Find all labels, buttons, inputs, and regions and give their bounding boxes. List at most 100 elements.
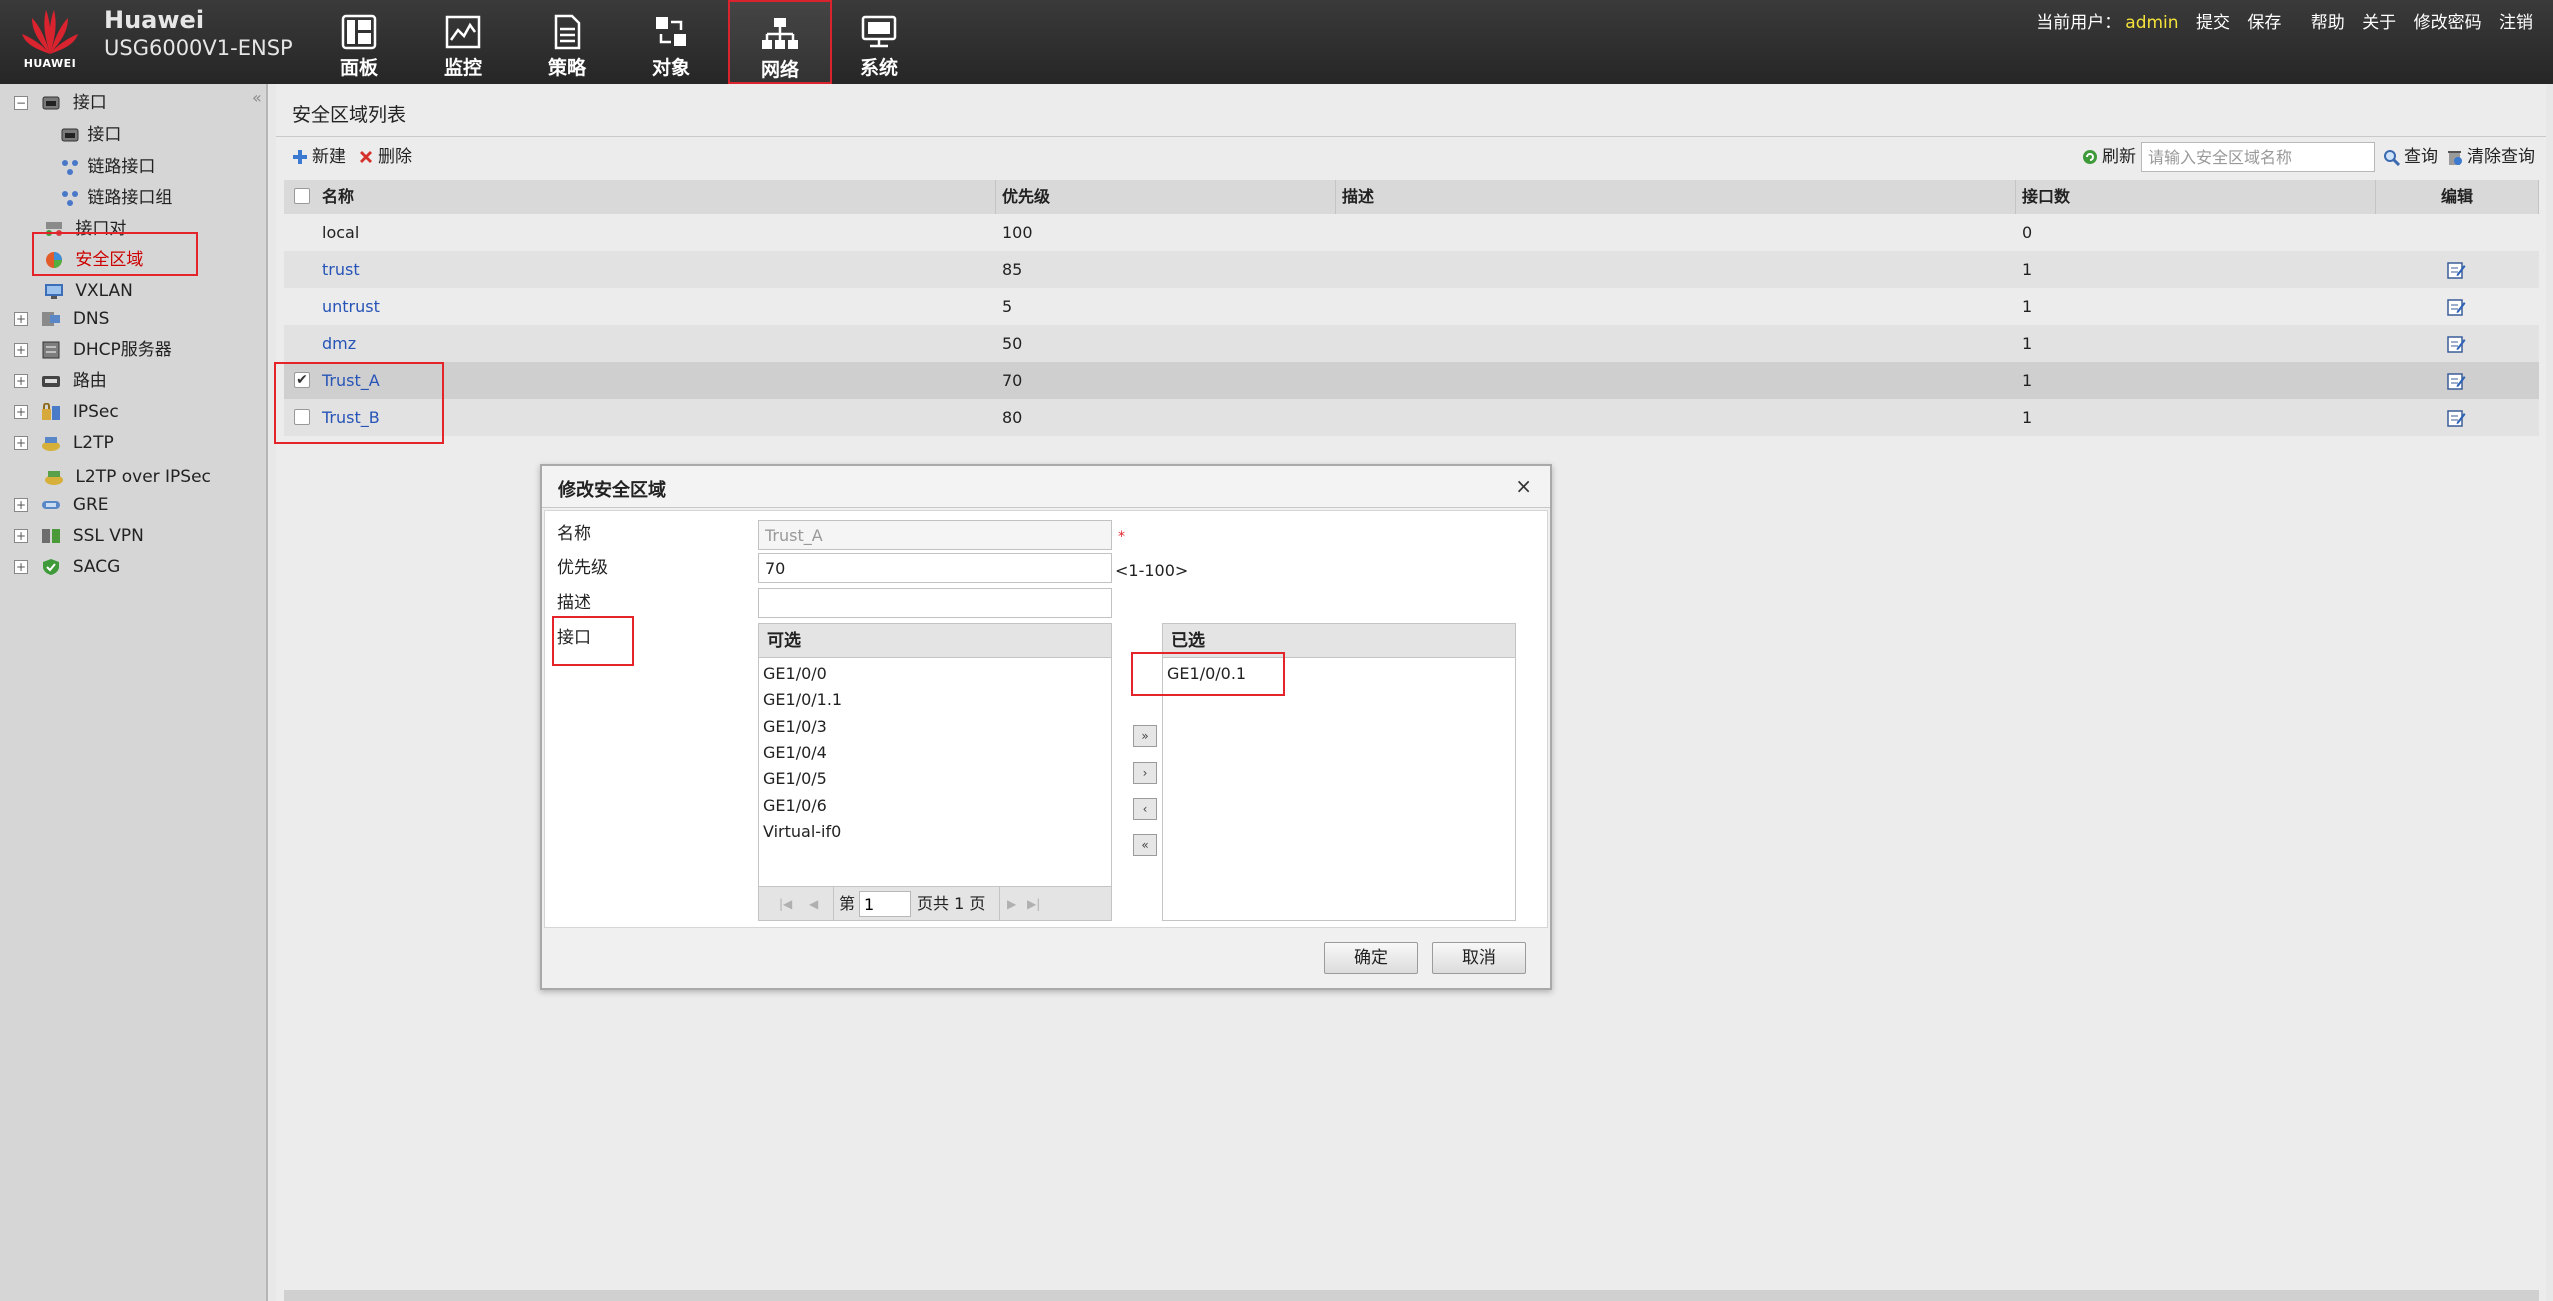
collapse-sidebar-icon[interactable]: «	[252, 88, 262, 107]
dialog-titlebar[interactable]: 修改安全区域 ×	[542, 466, 1550, 508]
page-number-input[interactable]	[859, 891, 911, 917]
security-zone-icon	[46, 252, 62, 268]
remove-all-button[interactable]: «	[1133, 834, 1157, 856]
zone-name-link[interactable]: dmz	[322, 325, 356, 362]
sidebar-item-interface-pair[interactable]: 接口对	[44, 216, 126, 242]
last-page-icon[interactable]: ▶|	[1027, 887, 1040, 921]
l2tp-over-ipsec-icon	[45, 471, 63, 485]
submit-link[interactable]: 提交	[2196, 13, 2230, 33]
expand-icon[interactable]: +	[14, 343, 28, 357]
ok-button[interactable]: 确定	[1324, 942, 1418, 974]
sidebar-item-route[interactable]: + 路由	[14, 368, 107, 394]
row-checkbox[interactable]: ✔	[294, 372, 310, 388]
expand-icon[interactable]: +	[14, 560, 28, 574]
help-link[interactable]: 帮助	[2311, 13, 2345, 33]
edit-icon[interactable]	[2446, 334, 2466, 354]
sidebar-item-l2tp[interactable]: + L2TP	[14, 430, 114, 456]
new-button[interactable]: 新建	[292, 144, 346, 170]
edit-icon[interactable]	[2446, 297, 2466, 317]
prev-page-icon[interactable]: ◀	[809, 887, 818, 921]
logout-link[interactable]: 注销	[2499, 13, 2533, 33]
edit-icon[interactable]	[2446, 408, 2466, 428]
save-link[interactable]: 保存	[2247, 13, 2281, 33]
zone-priority: 70	[1002, 371, 1023, 390]
clear-query-button[interactable]: 清除查询	[2446, 144, 2535, 170]
table-row[interactable]: trust 85 1	[284, 251, 2539, 288]
sidebar-item-label: IPSec	[72, 402, 119, 422]
nav-tab-dashboard[interactable]: 面板	[307, 0, 411, 84]
dns-icon	[42, 312, 61, 326]
edit-icon[interactable]	[2446, 260, 2466, 280]
available-interface-item[interactable]: GE1/0/6	[763, 794, 827, 818]
edit-icon[interactable]	[2446, 371, 2466, 391]
sidebar-item-sacg[interactable]: + SACG	[14, 554, 120, 580]
description-field[interactable]	[758, 588, 1112, 618]
expand-icon[interactable]: +	[14, 405, 28, 419]
row-checkbox[interactable]	[294, 409, 310, 425]
add-selected-button[interactable]: ›	[1133, 762, 1157, 784]
sidebar-item-ssl-vpn[interactable]: + SSL VPN	[14, 523, 144, 549]
sidebar-item-link-interface-group[interactable]: 链路接口组	[60, 185, 172, 211]
nav-tab-label: 系统	[859, 57, 898, 79]
nav-tab-system[interactable]: 系统	[827, 0, 931, 84]
about-link[interactable]: 关于	[2362, 13, 2396, 33]
sidebar-item-vxlan[interactable]: VXLAN	[44, 278, 133, 304]
remove-selected-button[interactable]: ‹	[1133, 798, 1157, 820]
sidebar-item-dns[interactable]: + DNS	[14, 306, 109, 332]
table-row[interactable]: ✔ Trust_A 70 1	[284, 362, 2539, 399]
top-links: 当前用户： admin 提交 保存 帮助 关于 修改密码 注销	[2036, 8, 2533, 33]
huawei-flower-icon	[22, 10, 78, 54]
sidebar-item-link-interface[interactable]: 链路接口	[60, 154, 155, 180]
zone-name-link[interactable]: Trust_A	[322, 362, 380, 399]
select-all-checkbox[interactable]	[294, 188, 310, 204]
dashboard-icon	[341, 14, 377, 50]
nav-tab-monitor[interactable]: 监控	[411, 0, 515, 84]
route-icon	[42, 376, 61, 387]
cancel-button[interactable]: 取消	[1432, 942, 1526, 974]
available-interface-item[interactable]: GE1/0/0	[763, 662, 827, 686]
table-row[interactable]: Trust_B 80 1	[284, 399, 2539, 436]
add-all-button[interactable]: »	[1133, 725, 1157, 747]
available-interface-item[interactable]: Virtual-if0	[763, 820, 841, 844]
sidebar-item-security-zone[interactable]: 安全区域	[44, 247, 143, 273]
sidebar-item-label: L2TP	[72, 433, 114, 453]
nav-tab-label: 面板	[339, 57, 378, 79]
collapse-icon[interactable]: −	[14, 96, 28, 110]
query-button[interactable]: 查询	[2383, 144, 2438, 170]
expand-icon[interactable]: +	[14, 436, 28, 450]
sidebar-item-dhcp-server[interactable]: + DHCP服务器	[14, 337, 172, 363]
sidebar-item-label: 链路接口	[87, 157, 156, 177]
table-row[interactable]: dmz 50 1	[284, 325, 2539, 362]
refresh-button[interactable]: 刷新	[2082, 144, 2136, 170]
expand-icon[interactable]: +	[14, 498, 28, 512]
expand-icon[interactable]: +	[14, 374, 28, 388]
sidebar-item-interface[interactable]: 接口	[60, 122, 121, 148]
sidebar-item-l2tp-over-ipsec[interactable]: L2TP over IPSec	[44, 464, 211, 490]
next-page-icon[interactable]: ▶	[1007, 887, 1016, 921]
nav-tab-network[interactable]: 网络	[728, 0, 832, 84]
zone-name-link[interactable]: untrust	[322, 288, 380, 325]
nav-tab-object[interactable]: 对象	[619, 0, 723, 84]
sidebar-item-ipsec[interactable]: + IPSec	[14, 399, 119, 425]
change-password-link[interactable]: 修改密码	[2414, 13, 2482, 33]
nav-tab-policy[interactable]: 策略	[515, 0, 619, 84]
zone-name-link[interactable]: Trust_B	[322, 399, 380, 436]
first-page-icon[interactable]: |◀	[779, 887, 792, 921]
close-icon[interactable]: ×	[1515, 474, 1532, 498]
available-interface-item[interactable]: GE1/0/4	[763, 741, 827, 765]
zone-name-link[interactable]: trust	[322, 251, 360, 288]
selected-interface-item[interactable]: GE1/0/0.1	[1167, 662, 1246, 686]
sidebar-item-label: SACG	[72, 557, 121, 577]
table-row[interactable]: untrust 5 1	[284, 288, 2539, 325]
priority-field[interactable]	[758, 553, 1112, 583]
available-interface-item[interactable]: GE1/0/1.1	[763, 688, 842, 712]
available-interface-item[interactable]: GE1/0/5	[763, 767, 827, 791]
sidebar-item-gre[interactable]: + GRE	[14, 492, 109, 518]
available-interface-item[interactable]: GE1/0/3	[763, 715, 827, 739]
pager-divider	[999, 887, 1000, 921]
expand-icon[interactable]: +	[14, 529, 28, 543]
sidebar-item-interface-group[interactable]: − 接口	[14, 90, 107, 116]
expand-icon[interactable]: +	[14, 312, 28, 326]
delete-button[interactable]: 删除	[358, 144, 412, 170]
zone-search-input[interactable]	[2141, 142, 2375, 172]
